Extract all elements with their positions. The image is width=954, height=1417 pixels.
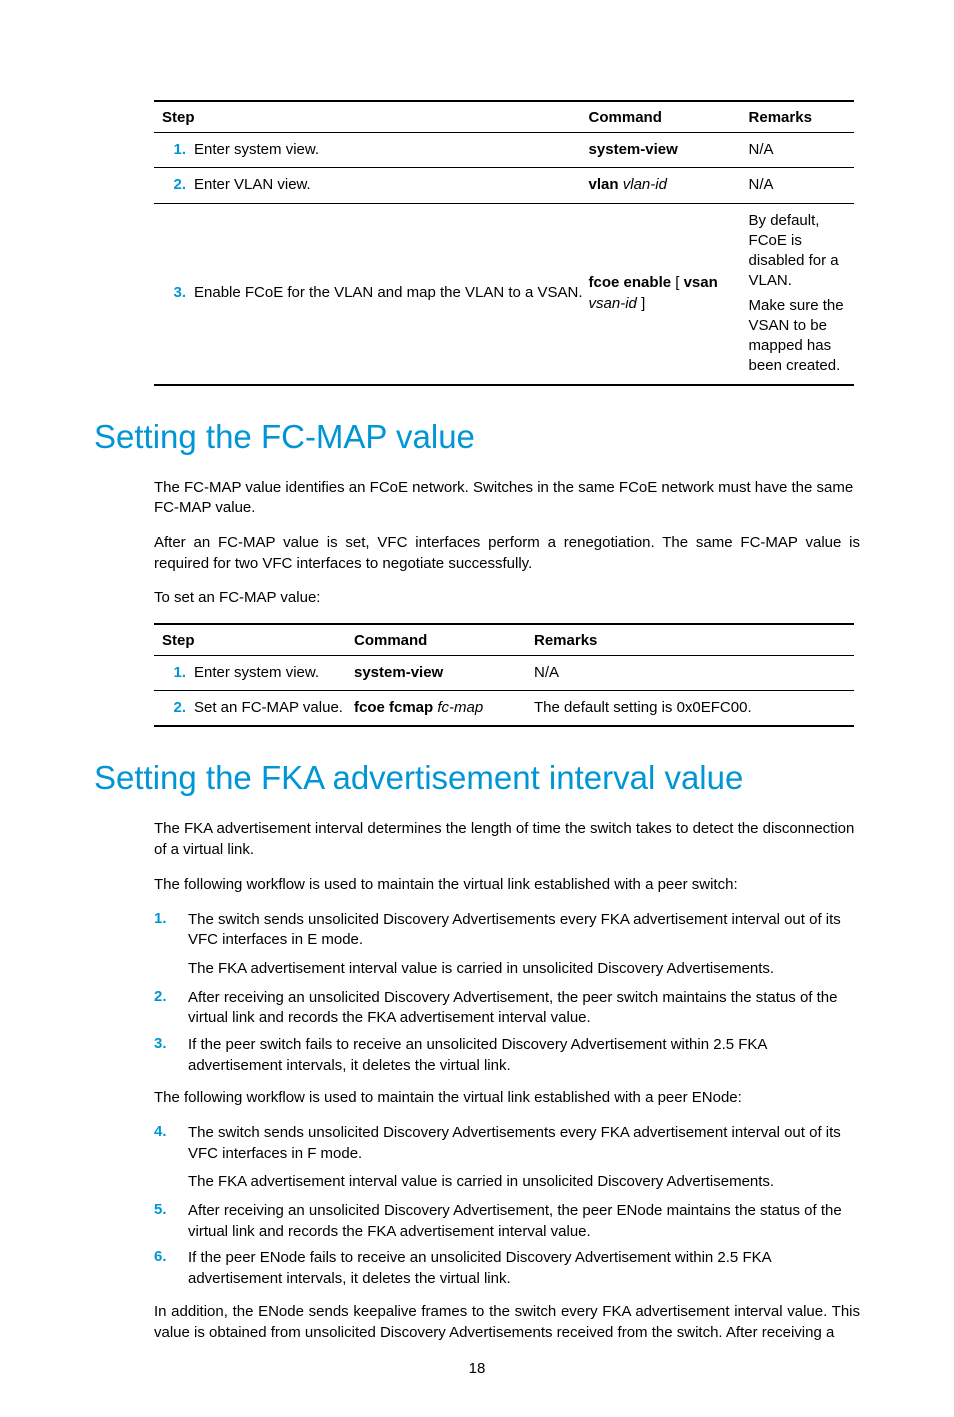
- command-bold: system-view: [354, 664, 443, 681]
- col-step: Step: [154, 101, 589, 133]
- command-bold: vlan: [589, 176, 619, 193]
- list-text: The switch sends unsolicited Discovery A…: [188, 911, 841, 949]
- col-step: Step: [154, 624, 354, 656]
- paragraph: To set an FC-MAP value:: [154, 588, 860, 609]
- table-row: 2. Set an FC-MAP value. fcoe fcmap fc-map…: [154, 691, 854, 727]
- command-bold: system-view: [589, 141, 678, 158]
- step-text: Set an FC-MAP value.: [194, 699, 343, 716]
- step-number: 1.: [162, 663, 186, 683]
- step-number: 2.: [162, 698, 186, 718]
- step-text: Enter system view.: [194, 664, 319, 681]
- list-item: 5. After receiving an unsolicited Discov…: [154, 1201, 860, 1242]
- step-text: Enter system view.: [194, 141, 319, 158]
- list-item: 6. If the peer ENode fails to receive an…: [154, 1248, 860, 1289]
- step-text: Enter VLAN view.: [194, 176, 311, 193]
- command-bold: fcoe enable: [589, 274, 672, 291]
- page: Step Command Remarks 1. Enter system view…: [0, 0, 954, 1417]
- table-row: 2. Enter VLAN view. vlan vlan-id N/A: [154, 168, 854, 203]
- list-subtext: The FKA advertisement interval value is …: [188, 959, 860, 980]
- list-number: 3.: [154, 1035, 188, 1076]
- ordered-list: 1. The switch sends unsolicited Discover…: [154, 910, 860, 1077]
- paragraph: The following workflow is used to mainta…: [154, 1088, 860, 1109]
- paragraph: The FKA advertisement interval determine…: [154, 819, 860, 860]
- remarks-text: By default, FCoE is disabled for a VLAN.: [749, 211, 848, 292]
- paragraph: In addition, the ENode sends keepalive f…: [154, 1302, 860, 1343]
- heading-fka: Setting the FKA advertisement interval v…: [94, 759, 860, 797]
- step-text: Enable FCoE for the VLAN and map the VLA…: [194, 283, 583, 303]
- command-ital: vlan-id: [623, 176, 667, 193]
- paragraph: After an FC-MAP value is set, VFC interf…: [154, 533, 860, 574]
- table-row: 1. Enter system view. system-view N/A: [154, 133, 854, 168]
- list-item: 3. If the peer switch fails to receive a…: [154, 1035, 860, 1076]
- col-command: Command: [589, 101, 749, 133]
- command-plain: ]: [637, 295, 645, 312]
- command-ital: vsan-id: [589, 295, 637, 312]
- remarks-text: The default setting is 0x0EFC00.: [534, 691, 854, 727]
- page-number: 18: [0, 1360, 954, 1377]
- table-vlan-fcoe: Step Command Remarks 1. Enter system view…: [154, 100, 854, 386]
- table-header-row: Step Command Remarks: [154, 101, 854, 133]
- list-text: If the peer switch fails to receive an u…: [188, 1035, 860, 1076]
- list-text: After receiving an unsolicited Discovery…: [188, 1201, 860, 1242]
- list-subtext: The FKA advertisement interval value is …: [188, 1172, 860, 1193]
- remarks-text: N/A: [749, 168, 854, 203]
- paragraph: The FC-MAP value identifies an FCoE netw…: [154, 478, 860, 519]
- ordered-list: 4. The switch sends unsolicited Discover…: [154, 1123, 860, 1290]
- table-header-row: Step Command Remarks: [154, 624, 854, 656]
- list-text: If the peer ENode fails to receive an un…: [188, 1248, 860, 1289]
- list-text: The switch sends unsolicited Discovery A…: [188, 1124, 841, 1162]
- list-number: 5.: [154, 1201, 188, 1242]
- command-ital: fc-map: [437, 699, 483, 716]
- col-command: Command: [354, 624, 534, 656]
- col-remarks: Remarks: [749, 101, 854, 133]
- command-bold: fcoe fcmap: [354, 699, 433, 716]
- command-bold: vsan: [684, 274, 718, 291]
- command-plain: [: [671, 274, 684, 291]
- list-text: After receiving an unsolicited Discovery…: [188, 988, 860, 1029]
- step-number: 3.: [162, 283, 186, 303]
- list-number: 2.: [154, 988, 188, 1029]
- heading-fcmap: Setting the FC-MAP value: [94, 418, 860, 456]
- step-number: 1.: [162, 140, 186, 160]
- list-item: 2. After receiving an unsolicited Discov…: [154, 988, 860, 1029]
- list-item: 4. The switch sends unsolicited Discover…: [154, 1123, 860, 1195]
- list-number: 6.: [154, 1248, 188, 1289]
- list-item: 1. The switch sends unsolicited Discover…: [154, 910, 860, 982]
- list-number: 4.: [154, 1123, 188, 1195]
- remarks-text: Make sure the VSAN to be mapped has been…: [749, 296, 848, 377]
- table-row: 3. Enable FCoE for the VLAN and map the …: [154, 203, 854, 385]
- remarks-text: N/A: [534, 655, 854, 690]
- col-remarks: Remarks: [534, 624, 854, 656]
- table-row: 1. Enter system view. system-view N/A: [154, 655, 854, 690]
- step-number: 2.: [162, 175, 186, 195]
- list-number: 1.: [154, 910, 188, 982]
- paragraph: The following workflow is used to mainta…: [154, 875, 860, 896]
- table-fcmap: Step Command Remarks 1. Enter system view…: [154, 623, 854, 728]
- remarks-text: N/A: [749, 133, 854, 168]
